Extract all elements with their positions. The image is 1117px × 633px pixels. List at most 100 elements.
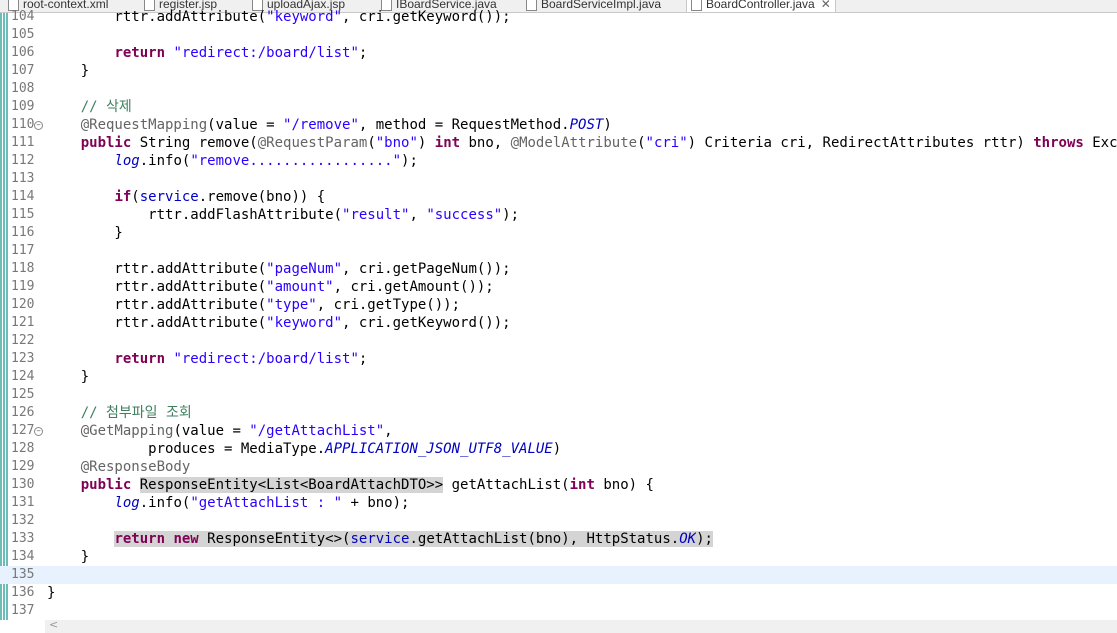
- code-token: rttr.addAttribute(: [47, 279, 267, 295]
- line-number: 128: [11, 441, 35, 456]
- code-token: "success": [426, 207, 503, 223]
- code-editor[interactable]: 104 rttr.addAttribute("keyword", cri.get…: [0, 8, 1117, 620]
- line-number: 126: [11, 405, 35, 420]
- line-number: 105: [11, 27, 35, 42]
- code-text: rttr.addAttribute("keyword", cri.getKeyw…: [47, 8, 510, 26]
- code-token: rttr.addAttribute(: [47, 315, 267, 331]
- code-token: rttr.addAttribute(: [47, 297, 267, 313]
- code-token: .info(: [139, 495, 191, 511]
- code-token: ResponseEntity<>(: [198, 531, 351, 547]
- code-line[interactable]: 110− @RequestMapping(value = "/remove", …: [0, 116, 1117, 134]
- horizontal-scrollbar[interactable]: <: [45, 618, 1117, 633]
- code-line[interactable]: 126 // 첨부파일 조회: [0, 404, 1117, 422]
- code-line[interactable]: 129 @ResponseBody: [0, 458, 1117, 476]
- code-text: rttr.addAttribute("pageNum", cri.getPage…: [47, 260, 510, 278]
- code-line[interactable]: 112 log.info("remove.................");: [0, 152, 1117, 170]
- code-token: "amount": [266, 279, 334, 295]
- code-token: @GetMapping: [47, 423, 174, 439]
- code-line[interactable]: 104 rttr.addAttribute("keyword", cri.get…: [0, 8, 1117, 26]
- line-number: 137: [11, 603, 35, 618]
- fold-toggle-icon[interactable]: −: [34, 427, 43, 436]
- code-line[interactable]: 122: [0, 332, 1117, 350]
- code-text: public String remove(@RequestParam("bno"…: [47, 134, 1117, 152]
- line-number: 124: [11, 369, 35, 384]
- code-line[interactable]: 127− @GetMapping(value = "/getAttachList…: [0, 422, 1117, 440]
- line-number: 132: [11, 513, 35, 528]
- code-line[interactable]: 121 rttr.addAttribute("keyword", cri.get…: [0, 314, 1117, 332]
- code-token: bno,: [460, 135, 511, 151]
- code-line[interactable]: 115 rttr.addFlashAttribute("result", "su…: [0, 206, 1117, 224]
- code-token: .getAttachList(bno), HttpStatus.: [409, 531, 680, 547]
- line-number: 117: [11, 243, 35, 258]
- line-number: 129: [11, 459, 35, 474]
- code-line[interactable]: 111 public String remove(@RequestParam("…: [0, 134, 1117, 152]
- code-text: log.info("getAttachList : " + bno);: [47, 494, 409, 512]
- code-line[interactable]: 108: [0, 80, 1117, 98]
- code-line[interactable]: 109 // 삭제: [0, 98, 1117, 116]
- code-token: public: [80, 135, 132, 151]
- code-token: ): [552, 441, 562, 457]
- code-line[interactable]: 130 public ResponseEntity<List<BoardAtta…: [0, 476, 1117, 494]
- code-token: "redirect:/board/list": [173, 45, 359, 61]
- line-number: 106: [11, 45, 35, 60]
- code-text: // 삭제: [47, 98, 132, 116]
- code-token: "getAttachList : ": [190, 495, 343, 511]
- code-token: }: [47, 585, 56, 601]
- code-token: );: [401, 153, 418, 169]
- line-number: 113: [11, 171, 35, 186]
- code-line[interactable]: 118 rttr.addAttribute("pageNum", cri.get…: [0, 260, 1117, 278]
- fold-toggle-icon[interactable]: −: [34, 121, 43, 130]
- code-token: ;: [358, 45, 368, 61]
- line-number: 116: [11, 225, 35, 240]
- code-token: "keyword": [266, 9, 343, 25]
- code-line[interactable]: 106 return "redirect:/board/list";: [0, 44, 1117, 62]
- code-line[interactable]: 113: [0, 170, 1117, 188]
- code-token: return: [114, 351, 166, 367]
- code-line[interactable]: 131 log.info("getAttachList : " + bno);: [0, 494, 1117, 512]
- code-line[interactable]: 134 }: [0, 548, 1117, 566]
- code-line[interactable]: 124 }: [0, 368, 1117, 386]
- code-line[interactable]: 123 return "redirect:/board/list";: [0, 350, 1117, 368]
- code-line[interactable]: 136}: [0, 584, 1117, 602]
- code-token: int: [434, 135, 461, 151]
- code-line[interactable]: 119 rttr.addAttribute("amount", cri.getA…: [0, 278, 1117, 296]
- code-line[interactable]: 137: [0, 602, 1117, 620]
- code-token: int: [569, 477, 595, 493]
- code-token: rttr.addAttribute(: [47, 261, 267, 277]
- code-token: new: [173, 531, 199, 547]
- code-line[interactable]: 116 }: [0, 224, 1117, 242]
- line-number: 108: [11, 81, 35, 96]
- code-text: log.info("remove.................");: [47, 152, 418, 170]
- code-line[interactable]: 117: [0, 242, 1117, 260]
- code-token: }: [47, 369, 90, 385]
- code-line[interactable]: 125: [0, 386, 1117, 404]
- code-token: "bno": [375, 135, 418, 151]
- code-line[interactable]: 135: [0, 566, 1117, 584]
- code-line[interactable]: 128 produces = MediaType.APPLICATION_JSO…: [0, 440, 1117, 458]
- code-text: }: [47, 368, 89, 386]
- line-number: 121: [11, 315, 35, 330]
- code-token: ): [417, 135, 435, 151]
- line-number: 134: [11, 549, 35, 564]
- code-token: Exception: [1092, 135, 1117, 151]
- code-token: @ResponseBody: [47, 459, 191, 475]
- line-number: 107: [11, 63, 35, 78]
- code-token: "result": [342, 207, 410, 223]
- code-token: @RequestParam: [257, 135, 368, 151]
- code-line[interactable]: 133 return new ResponseEntity<>(service.…: [0, 530, 1117, 548]
- code-line[interactable]: 105: [0, 26, 1117, 44]
- line-number: 133: [11, 531, 35, 546]
- scroll-left-icon[interactable]: <: [49, 618, 58, 631]
- code-token: "redirect:/board/list": [173, 351, 359, 367]
- code-line[interactable]: 114 if(service.remove(bno)) {: [0, 188, 1117, 206]
- code-line[interactable]: 120 rttr.addAttribute("type", cri.getTyp…: [0, 296, 1117, 314]
- line-number: 119: [11, 279, 35, 294]
- code-line[interactable]: 132: [0, 512, 1117, 530]
- code-line[interactable]: 107 }: [0, 62, 1117, 80]
- code-token: );: [502, 207, 520, 223]
- code-text: rttr.addAttribute("type", cri.getType())…: [47, 296, 460, 314]
